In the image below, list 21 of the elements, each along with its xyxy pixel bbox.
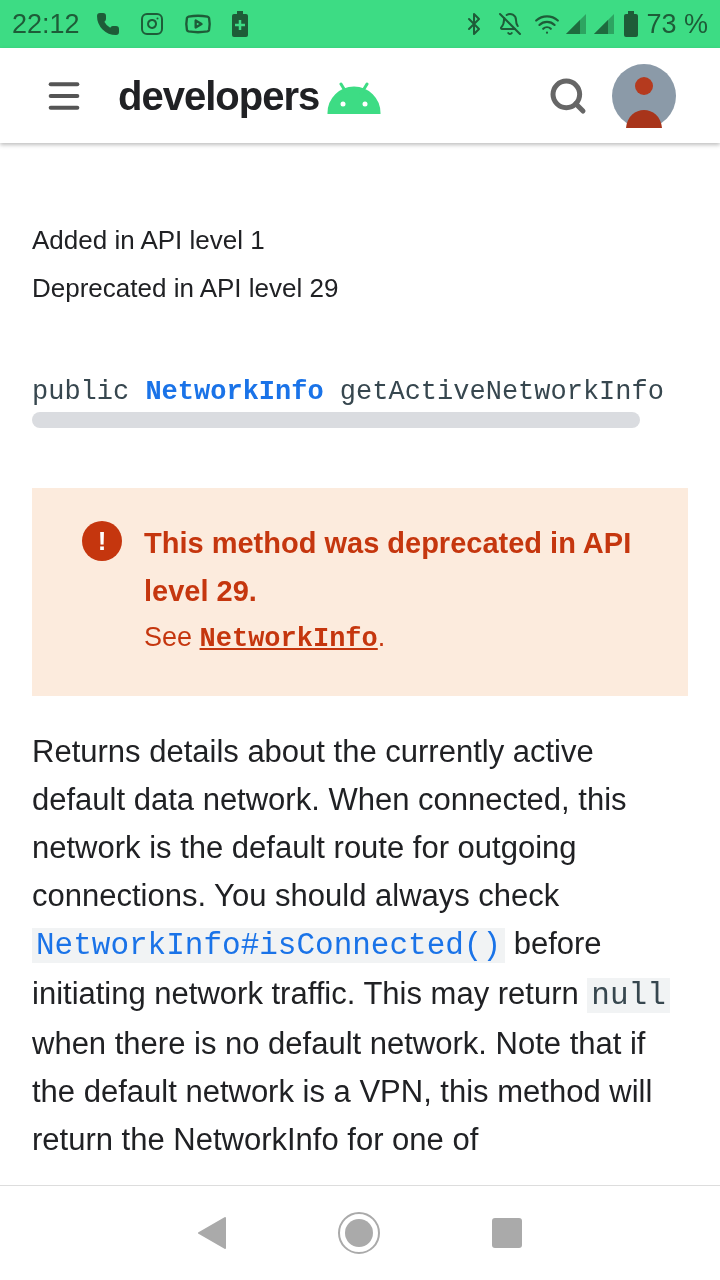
phone-icon bbox=[95, 12, 120, 36]
android-head-icon bbox=[327, 81, 382, 114]
site-logo-text[interactable]: developers bbox=[118, 65, 320, 126]
battery-plus-icon bbox=[231, 11, 248, 37]
api-level-text: Deprecated in API level 29 bbox=[32, 272, 340, 305]
error-icon: ! bbox=[82, 521, 122, 561]
description-paragraph: Returns details about the currently active default data network. When connected, this network is the default route for outgoing connections. You should always check NetworkInfo#isConnected() before initiating network traffic. This may return null when there is no default network. Note that if the default network is a VPN, this method will return the NetworkInfo for one of bbox=[32, 728, 688, 1164]
battery-percent: 73 % bbox=[646, 7, 708, 41]
api-level-text: Added in API level 1 bbox=[32, 224, 266, 257]
networkinfo-link[interactable]: NetworkInfo bbox=[199, 624, 378, 654]
battery-icon bbox=[624, 11, 639, 37]
code-link[interactable]: NetworkInfo#isConnected() bbox=[32, 928, 506, 963]
clock-text: 22:12 bbox=[12, 7, 80, 41]
avatar[interactable] bbox=[612, 63, 676, 128]
callout-text: See NetworkInfo. bbox=[144, 621, 387, 656]
signal-icon bbox=[564, 13, 589, 35]
bell-off-icon bbox=[498, 12, 523, 36]
signal-icon bbox=[592, 13, 617, 35]
method-signature: public NetworkInfo getActiveNetworkInfo bbox=[32, 376, 665, 409]
callout-title: This method was deprecated in API level 29. bbox=[144, 526, 633, 609]
camera-icon bbox=[139, 12, 164, 36]
